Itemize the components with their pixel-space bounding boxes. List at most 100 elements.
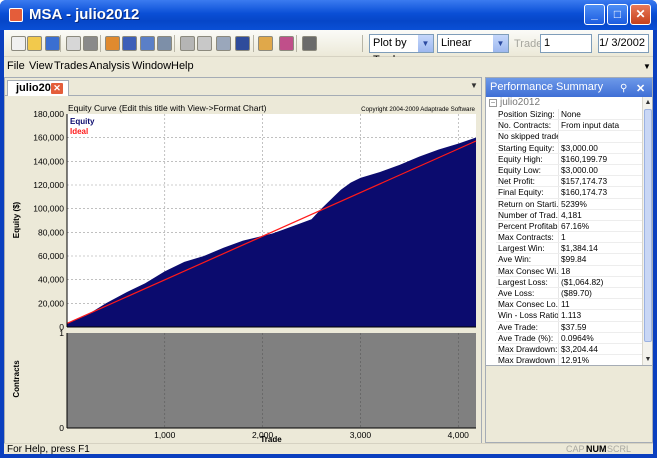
panel-title: Performance Summary	[490, 81, 604, 93]
toolbar-separator	[100, 35, 101, 52]
new-icon[interactable]	[11, 36, 26, 51]
stat-row[interactable]: Return on Starti... 5239%	[496, 198, 642, 210]
app-icon[interactable]	[9, 8, 23, 22]
menu-file[interactable]: File	[7, 60, 25, 72]
stat-label: Max Drawdown:	[498, 343, 558, 354]
menu-view[interactable]: View	[29, 60, 53, 72]
chart-document: julio2012 ✕ ▼ 180,000 160,000 140,000 120,0…	[4, 77, 482, 443]
filter-icon[interactable]	[279, 36, 294, 51]
stat-row[interactable]: Final Equity: $160,174.73	[496, 187, 642, 199]
y-tick-label: 40,000	[38, 275, 64, 285]
stat-row[interactable]: Max Consec Wi... 18	[496, 265, 642, 277]
menu-trades[interactable]: Trades	[54, 60, 88, 72]
close-button[interactable]: ✕	[630, 4, 651, 25]
x-axis-label: Trade	[260, 435, 282, 443]
stat-row[interactable]: Number of Trad... 4,181	[496, 209, 642, 221]
stat-value: 11	[561, 299, 570, 310]
stat-label: Win - Loss Ratio:	[498, 310, 558, 321]
zoom-icon[interactable]	[258, 36, 273, 51]
contracts-tick-label: 0	[59, 423, 64, 433]
stat-value: $3,204.44	[561, 343, 598, 354]
panel-scrollbar[interactable]: ▲ ▼	[642, 97, 652, 365]
stat-row[interactable]: Equity Low: $3,000.00	[496, 164, 642, 177]
window-title: MSA - julio2012	[29, 6, 140, 23]
optimize-icon[interactable]	[105, 36, 120, 51]
menu-overflow-icon[interactable]: ▼	[643, 62, 651, 71]
scroll-thumb[interactable]	[644, 109, 652, 342]
trades-input[interactable]: 1	[540, 34, 592, 53]
stat-value: 0.0964%	[561, 332, 594, 343]
stat-row[interactable]: Starting Equity: $3,000.00	[496, 142, 642, 154]
stat-row[interactable]: Ave Loss: ($89.70)	[496, 288, 642, 300]
grid-icon[interactable]	[235, 36, 250, 51]
status-text: For Help, press F1	[7, 444, 90, 455]
close-icon[interactable]: ✕	[51, 83, 63, 94]
chart-icon[interactable]	[122, 36, 137, 51]
panel-header: Performance Summary ⚲ ✕	[486, 78, 652, 97]
stat-row[interactable]: Ave Win: $99.84	[496, 254, 642, 266]
collapse-icon[interactable]: −	[489, 99, 497, 107]
stat-row[interactable]: Max Drawdown: $3,204.44	[496, 343, 642, 356]
compare-icon[interactable]	[180, 36, 195, 51]
column-divider	[558, 176, 559, 187]
stat-row[interactable]: Ave Trade (%): 0.0964%	[496, 332, 642, 344]
graph-icon[interactable]	[197, 36, 212, 51]
title-bar[interactable]: MSA - julio2012 _ □ ✕	[0, 0, 657, 30]
table-icon[interactable]	[140, 36, 155, 51]
stat-row[interactable]: No. Contracts: From input data	[496, 120, 642, 132]
stat-row[interactable]: Max Contracts: 1	[496, 232, 642, 244]
scroll-down-icon[interactable]: ▼	[643, 354, 653, 365]
stat-label: Largest Loss:	[498, 276, 548, 287]
stat-row[interactable]: Max Consec Lo... 11	[496, 299, 642, 311]
y-tick-label: 160,000	[33, 133, 64, 143]
chevron-down-icon[interactable]: ▼	[493, 35, 508, 52]
y-tick-label: 100,000	[33, 204, 64, 214]
stat-value: $160,174.73	[561, 187, 608, 198]
column-divider	[558, 265, 559, 276]
copy-icon[interactable]	[66, 36, 81, 51]
group-row[interactable]: − julio2012	[486, 97, 642, 109]
stat-row[interactable]: Position Sizing: None	[496, 109, 642, 121]
stat-row[interactable]: Equity High: $160,199.79	[496, 153, 642, 165]
print-icon[interactable]	[83, 36, 98, 51]
scale-select[interactable]: Linear ▼	[437, 34, 509, 53]
chevron-down-icon[interactable]: ▼	[418, 35, 433, 52]
stat-row[interactable]: Largest Loss: ($1,064.82)	[496, 276, 642, 288]
open-icon[interactable]	[27, 36, 42, 51]
stat-row[interactable]: Percent Profitable:67.16%	[496, 220, 642, 233]
close-icon[interactable]: ✕	[636, 80, 645, 98]
tab-julio2012[interactable]: julio2012 ✕	[7, 80, 69, 96]
menu-analysis[interactable]: Analysis	[89, 60, 130, 72]
stat-row[interactable]: Largest Win: $1,384.14	[496, 243, 642, 255]
stat-value: 4,181	[561, 209, 582, 220]
toolbar-separator	[296, 35, 297, 52]
toolbar-separator	[174, 35, 175, 52]
equity-chart: 180,000160,000140,000120,000100,00080,00…	[5, 96, 481, 443]
menu-window[interactable]: Window	[132, 60, 171, 72]
pin-icon[interactable]: ⚲	[620, 80, 627, 98]
stat-label: Final Equity:	[498, 187, 544, 198]
scroll-up-icon[interactable]: ▲	[643, 97, 653, 108]
stat-value: ($1,064.82)	[561, 276, 604, 287]
column-divider	[558, 243, 559, 254]
maximize-button[interactable]: □	[607, 4, 628, 25]
tab-list-dropdown-icon[interactable]: ▼	[470, 81, 478, 90]
save-icon[interactable]	[45, 36, 60, 51]
stat-label: Largest Win:	[498, 243, 545, 254]
window-icon[interactable]	[216, 36, 231, 51]
stat-row[interactable]: Ave Trade: $37.59	[496, 321, 642, 333]
stat-label: Ave Trade:	[498, 321, 538, 332]
help-icon[interactable]	[302, 36, 317, 51]
stat-row[interactable]: No skipped trades	[496, 131, 642, 143]
stat-row[interactable]: Win - Loss Ratio: 1.113	[496, 310, 642, 322]
stat-value: $157,174.73	[561, 176, 608, 187]
date-field[interactable]: 1/ 3/2002	[598, 34, 649, 53]
plot-by-select[interactable]: Plot by Trade ▼	[369, 34, 434, 66]
toolbar-separator	[60, 35, 61, 52]
minimize-button[interactable]: _	[584, 4, 605, 25]
stat-row[interactable]: Net Profit: $157,174.73	[496, 176, 642, 188]
stat-label: Ave Loss:	[498, 288, 535, 298]
y-tick-label: 60,000	[38, 251, 64, 261]
menu-help[interactable]: Help	[171, 60, 194, 72]
report-icon[interactable]	[157, 36, 172, 51]
